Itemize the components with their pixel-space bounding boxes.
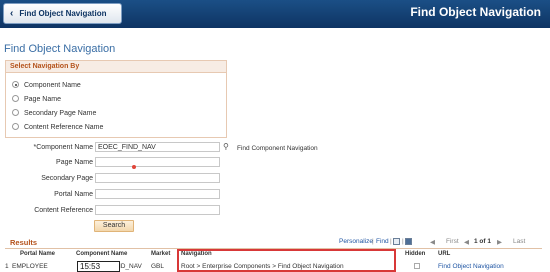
pager-count: 1 of 1	[474, 238, 491, 245]
page-name-label: Page Name	[56, 159, 93, 166]
portal-name-label: Portal Name	[54, 191, 93, 198]
last-label: Last	[513, 238, 526, 245]
radio-button[interactable]	[12, 123, 19, 130]
column-header-market: Market	[151, 251, 171, 257]
search-button[interactable]: Search	[94, 220, 134, 232]
content-reference-label: Content Reference	[34, 207, 93, 214]
lookup-search-icon[interactable]: ⚲	[223, 142, 229, 151]
first-icon[interactable]: ◀	[430, 238, 435, 246]
component-name-input[interactable]	[95, 142, 220, 152]
prev-icon[interactable]: ◀	[464, 238, 469, 246]
secondary-page-label: Secondary Page	[41, 175, 93, 182]
find-link[interactable]: Find	[376, 238, 389, 245]
content-reference-input[interactable]	[95, 205, 220, 215]
navigate-by-heading: Select Navigation By	[6, 61, 226, 73]
back-button[interactable]: ‹ Find Object Navigation	[3, 3, 122, 24]
radio-label: Secondary Page Name	[24, 110, 97, 117]
row-number: 1	[5, 263, 9, 270]
banner-title: Find Object Navigation	[410, 5, 541, 19]
navigate-by-group: Select Navigation By Component Name Page…	[5, 60, 227, 138]
column-header-component-name: Component Name	[76, 251, 128, 257]
top-banner: ‹ Find Object Navigation Find Object Navi…	[0, 0, 550, 28]
radio-label: Component Name	[24, 82, 81, 89]
next-icon[interactable]: ▶	[497, 238, 502, 246]
navigation-highlight-box	[177, 249, 396, 272]
radio-secondary-page-name[interactable]: Secondary Page Name	[12, 109, 96, 117]
radio-button[interactable]	[12, 95, 19, 102]
radio-label: Page Name	[24, 96, 61, 103]
cursor-marker	[132, 165, 136, 169]
column-header-portal-name: Portal Name	[20, 251, 56, 257]
cell-portal-name: EMPLOYEE	[12, 263, 48, 270]
first-label: First	[446, 238, 459, 245]
column-header-url: URL	[438, 251, 451, 257]
secondary-page-input[interactable]	[95, 173, 220, 183]
view-all-icon[interactable]	[393, 238, 400, 245]
chevron-left-icon: ‹	[10, 8, 14, 19]
page-title: Find Object Navigation	[4, 43, 116, 55]
column-header-hidden: Hidden	[405, 251, 426, 257]
toolbar-separator: |	[402, 238, 404, 245]
cell-market: GBL	[151, 263, 165, 270]
portal-name-input[interactable]	[95, 189, 220, 199]
hidden-checkbox[interactable]	[414, 263, 420, 269]
download-grid-icon[interactable]	[405, 238, 412, 245]
radio-button[interactable]	[12, 109, 19, 116]
radio-button[interactable]	[12, 81, 19, 88]
page-name-input[interactable]	[95, 157, 220, 167]
toolbar-separator: |	[390, 238, 392, 245]
radio-content-reference-name[interactable]: Content Reference Name	[12, 123, 103, 131]
personalize-link[interactable]: Personalize	[339, 238, 373, 245]
radio-component-name[interactable]: Component Name	[12, 81, 81, 89]
results-toolbar: Personalize | Find | | ◀ First ◀ 1 of 1 …	[0, 238, 550, 248]
time-overlay: 15:53	[77, 261, 120, 272]
radio-page-name[interactable]: Page Name	[12, 95, 61, 103]
find-component-navigation-link[interactable]: Find Component Navigation	[237, 145, 318, 152]
back-button-label: Find Object Navigation	[19, 9, 107, 18]
radio-label: Content Reference Name	[24, 124, 104, 131]
component-name-label: *Component Name	[33, 144, 93, 151]
toolbar-separator: |	[372, 238, 374, 245]
cell-url-link[interactable]: Find Object Navigation	[438, 263, 504, 270]
